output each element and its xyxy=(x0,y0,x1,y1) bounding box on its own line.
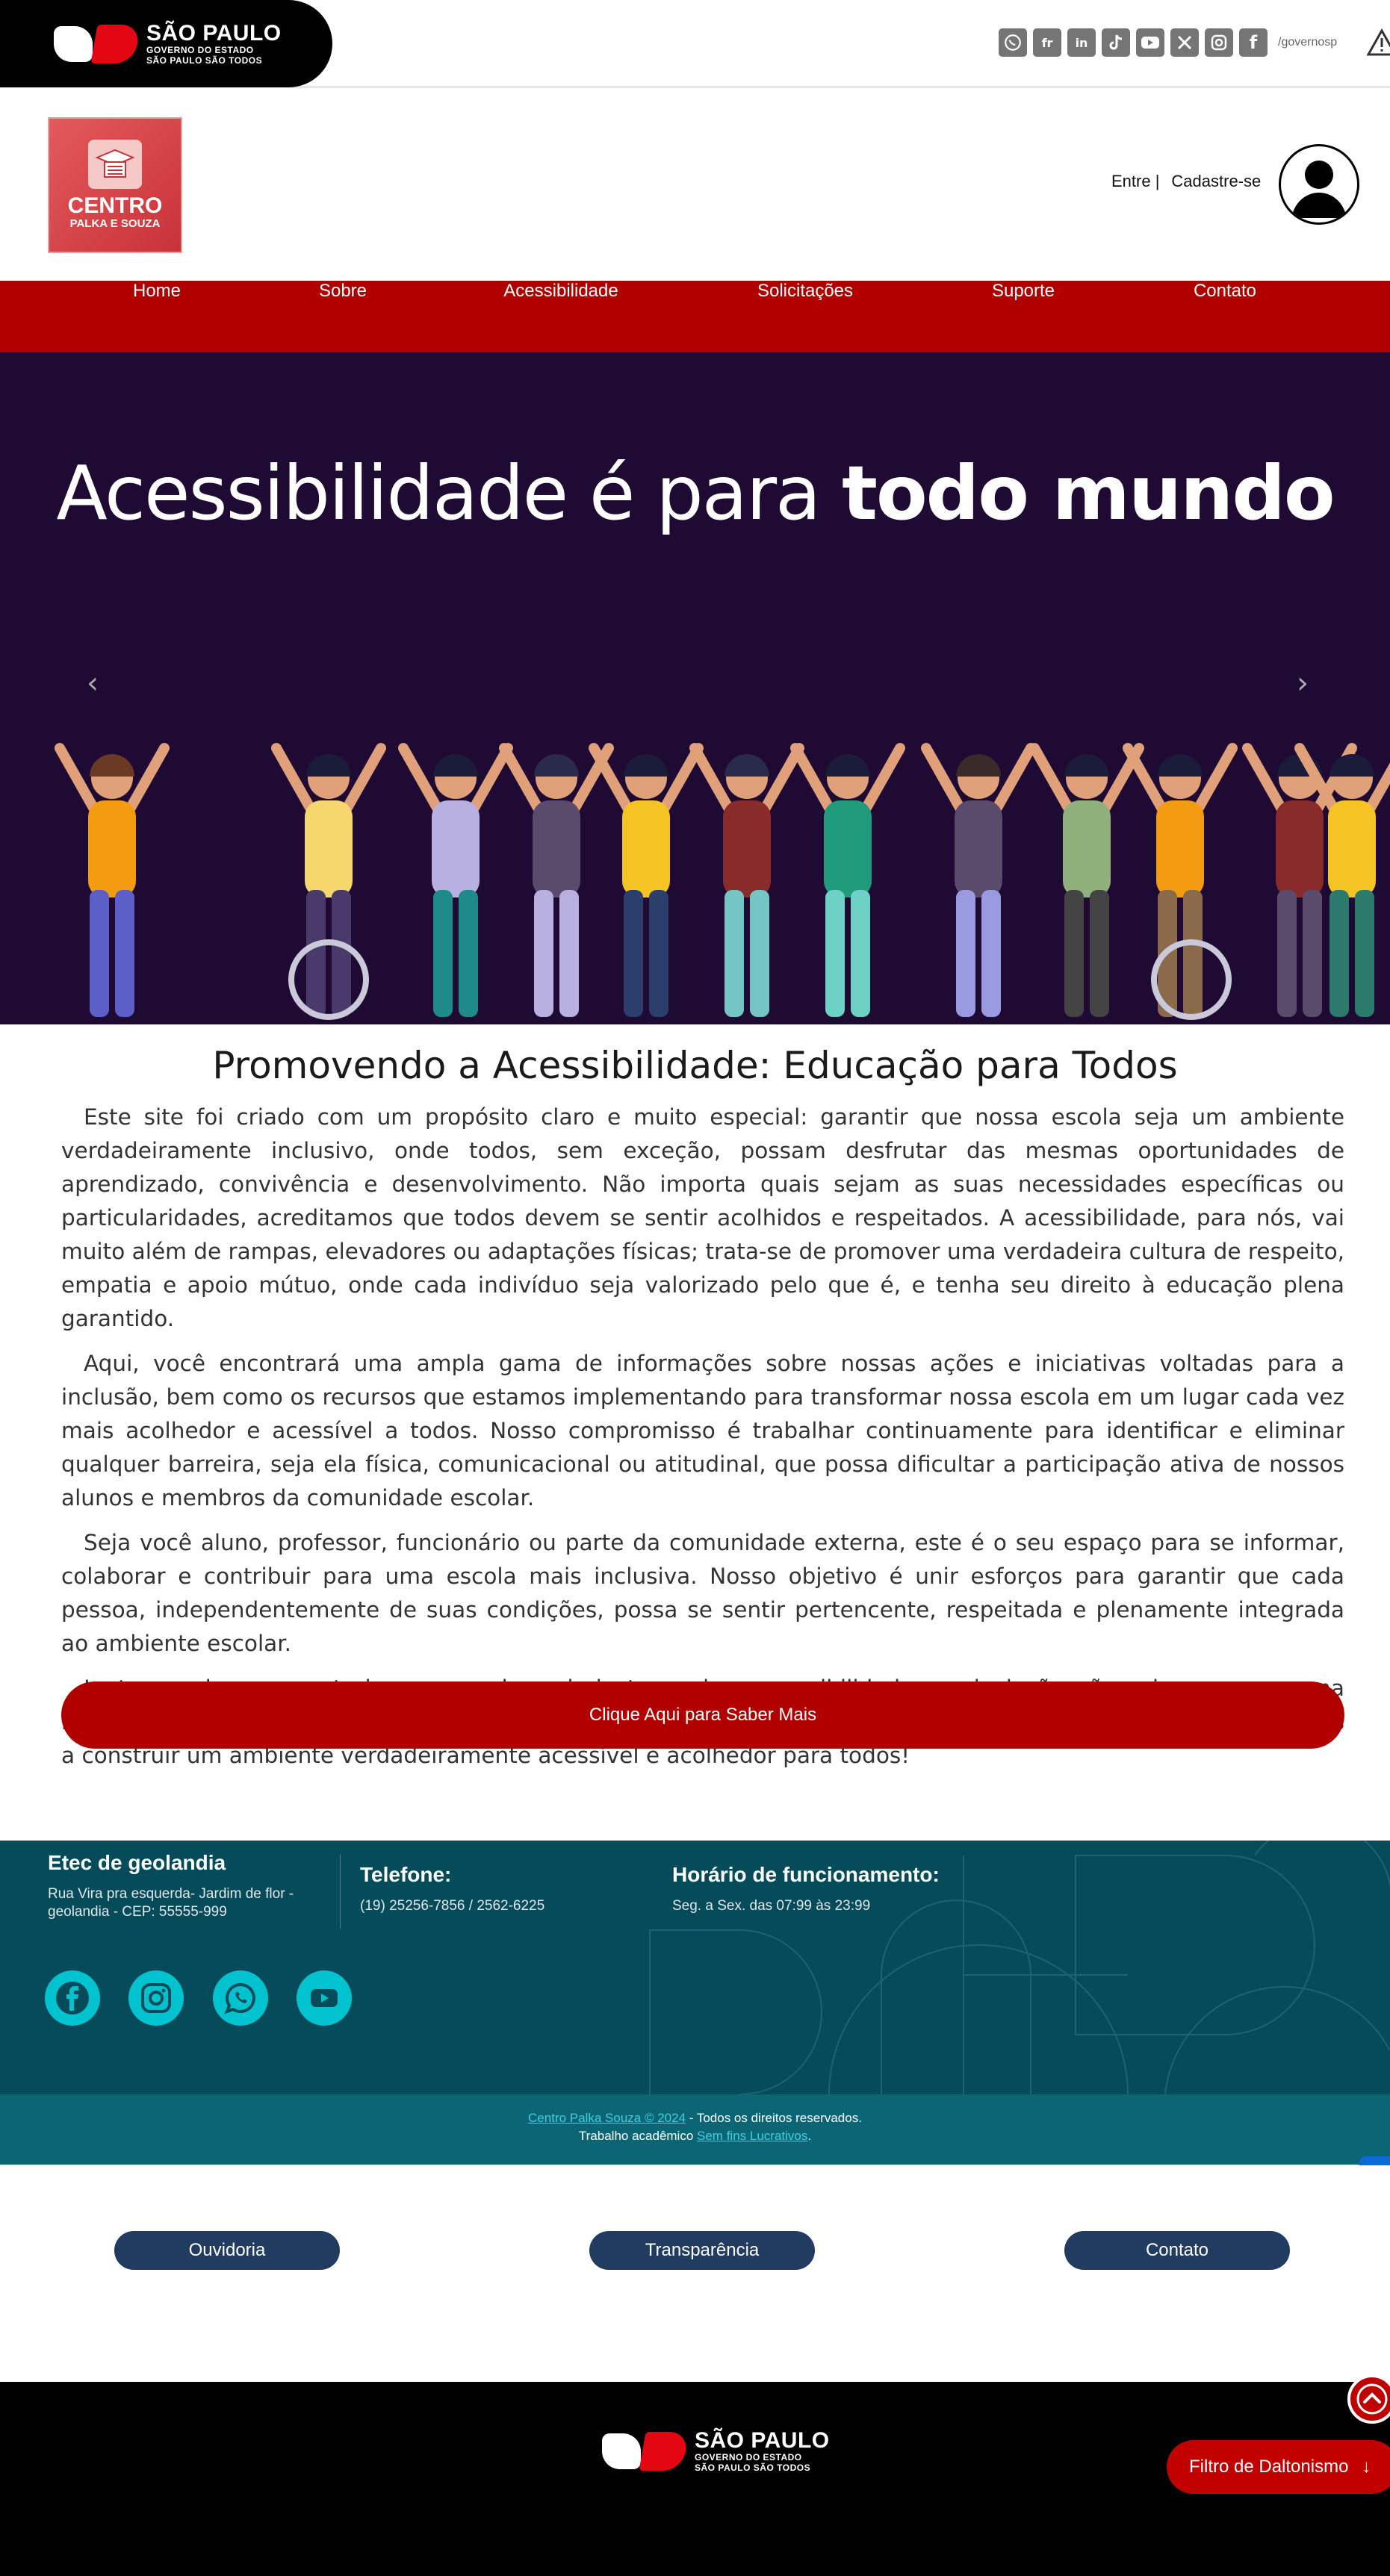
login-link[interactable]: Entre | xyxy=(1111,172,1159,191)
wheelchair-icon xyxy=(288,939,369,1020)
page-title: Promovendo a Acessibilidade: Educação pa… xyxy=(212,1044,1178,1087)
graduation-cap-icon xyxy=(88,140,142,189)
scroll-to-top-icon[interactable] xyxy=(1347,2374,1390,2424)
person-figure xyxy=(589,743,704,1017)
person-figure xyxy=(398,743,513,1017)
footer-address-block: Etec de geolandia Rua Vira pra esquerda-… xyxy=(48,1851,324,1921)
gov-logo-line2: GOVERNO DO ESTADO xyxy=(146,45,254,55)
facebook-icon[interactable]: f xyxy=(1239,28,1268,57)
school-logo-title: CENTRO xyxy=(67,193,163,218)
gov-social-links: fr in f /governosp xyxy=(999,28,1337,57)
site-header: CENTRO PALKA E SOUZA Entre | Cadastre-se xyxy=(0,90,1390,281)
facebook-icon[interactable] xyxy=(45,1970,100,2026)
user-avatar-icon[interactable] xyxy=(1279,144,1359,225)
linkedin-icon[interactable]: in xyxy=(1067,28,1096,57)
whatsapp-icon[interactable] xyxy=(999,28,1027,57)
copyright-bar: Centro Palka Souza © 2024 - Todos os dir… xyxy=(0,2094,1390,2165)
person-figure xyxy=(499,743,614,1017)
ouvidoria-button[interactable]: Ouvidoria xyxy=(114,2231,340,2270)
footer-address: Rua Vira pra esquerda- Jardim de flor - … xyxy=(48,1886,294,1920)
colorblind-filter-label: Filtro de Daltonismo xyxy=(1189,2457,1349,2477)
learn-more-button[interactable]: Clique Aqui para Saber Mais xyxy=(61,1681,1344,1749)
transparencia-button[interactable]: Transparência xyxy=(589,2231,815,2270)
gov-bar: SÃO PAULO GOVERNO DO ESTADO SÃO PAULO SÃ… xyxy=(0,0,1390,88)
warning-icon[interactable] xyxy=(1367,28,1390,57)
gov-social-handle[interactable]: /governosp xyxy=(1278,36,1337,49)
hero-heading: Acessibilidade é para todo mundo xyxy=(56,449,1335,537)
footer-hours-block: Horário de funcionamento: Seg. a Sex. da… xyxy=(672,1863,940,1915)
instagram-icon[interactable] xyxy=(1205,28,1233,57)
bottom-logo-line2: GOVERNO DO ESTADO xyxy=(695,2452,802,2463)
paragraph: Seja você aluno, professor, funcionário … xyxy=(61,1530,1344,1656)
school-logo[interactable]: CENTRO PALKA E SOUZA xyxy=(48,117,182,253)
paragraph: Aqui, você encontrará uma ampla gama de … xyxy=(61,1351,1344,1511)
institutional-links: Ouvidoria Transparência Contato xyxy=(0,2165,1390,2382)
nav-item-sobre[interactable]: Sobre xyxy=(319,281,367,352)
paragraph: Este site foi criado com um propósito cl… xyxy=(61,1104,1344,1331)
bottom-gov-logo[interactable]: SÃO PAULO GOVERNO DO ESTADO SÃO PAULO SÃ… xyxy=(602,2430,830,2473)
people-illustration xyxy=(55,743,1390,1020)
person-figure xyxy=(55,743,170,1017)
gov-logo[interactable]: SÃO PAULO GOVERNO DO ESTADO SÃO PAULO SÃ… xyxy=(0,0,332,87)
hero-carousel: Acessibilidade é para todo mundo ‹ › xyxy=(0,352,1390,1024)
whatsapp-icon[interactable] xyxy=(213,1970,268,2026)
flickr-icon[interactable]: fr xyxy=(1033,28,1061,57)
nav-item-solicitacoes[interactable]: Solicitações xyxy=(757,281,853,352)
nav-item-home[interactable]: Home xyxy=(133,281,181,352)
person-figure xyxy=(689,743,804,1017)
tiktok-icon[interactable] xyxy=(1102,28,1130,57)
nav-item-acessibilidade[interactable]: Acessibilidade xyxy=(503,281,618,352)
gov-logo-line3: SÃO PAULO SÃO TODOS xyxy=(146,55,263,66)
colorblind-filter-button[interactable]: Filtro de Daltonismo ↓ xyxy=(1167,2440,1390,2494)
register-link[interactable]: Cadastre-se xyxy=(1171,172,1261,191)
site-footer: Etec de geolandia Rua Vira pra esquerda-… xyxy=(0,1841,1390,2094)
main-nav: Home Sobre Acessibilidade Solicitações S… xyxy=(0,281,1390,352)
person-figure xyxy=(1123,743,1238,1017)
arrow-down-icon: ↓ xyxy=(1362,2457,1371,2477)
person-figure xyxy=(1029,743,1144,1017)
sp-logo-icon xyxy=(602,2430,689,2472)
footer-hours: Seg. a Sex. das 07:99 às 23:99 xyxy=(672,1898,871,1914)
copyright-link[interactable]: Centro Palka Souza © 2024 xyxy=(528,2111,686,2125)
non-profit-link[interactable]: Sem fins Lucrativos xyxy=(697,2129,807,2143)
nav-item-contato[interactable]: Contato xyxy=(1194,281,1256,352)
copyright-line: Centro Palka Souza © 2024 - Todos os dir… xyxy=(528,2111,862,2125)
x-icon[interactable] xyxy=(1170,28,1199,57)
academic-line: Trabalho acadêmico Sem fins Lucrativos. xyxy=(578,2129,812,2143)
bottom-logo-title: SÃO PAULO xyxy=(695,2428,830,2453)
school-logo-subtitle: PALKA E SOUZA xyxy=(69,217,161,230)
auth-links: Entre | Cadastre-se xyxy=(1111,172,1261,191)
footer-phone: (19) 25256-7856 / 2562-6225 xyxy=(360,1898,545,1914)
instagram-icon[interactable] xyxy=(128,1970,184,2026)
youtube-icon[interactable] xyxy=(1136,28,1164,57)
nav-item-suporte[interactable]: Suporte xyxy=(992,281,1055,352)
sp-logo-icon xyxy=(54,23,141,65)
youtube-icon[interactable] xyxy=(297,1970,352,2026)
bottom-logo-line3: SÃO PAULO SÃO TODOS xyxy=(695,2463,811,2473)
footer-phone-block: Telefone: (19) 25256-7856 / 2562-6225 xyxy=(360,1863,544,1915)
person-figure xyxy=(790,743,905,1017)
footer-school-name: Etec de geolandia xyxy=(48,1851,226,1874)
person-figure xyxy=(921,743,1036,1017)
contato-button[interactable]: Contato xyxy=(1064,2231,1290,2270)
footer-phone-title: Telefone: xyxy=(360,1863,452,1886)
gov-logo-title: SÃO PAULO xyxy=(146,21,282,46)
footer-divider xyxy=(340,1854,341,1929)
footer-hours-title: Horário de funcionamento: xyxy=(672,1863,940,1886)
